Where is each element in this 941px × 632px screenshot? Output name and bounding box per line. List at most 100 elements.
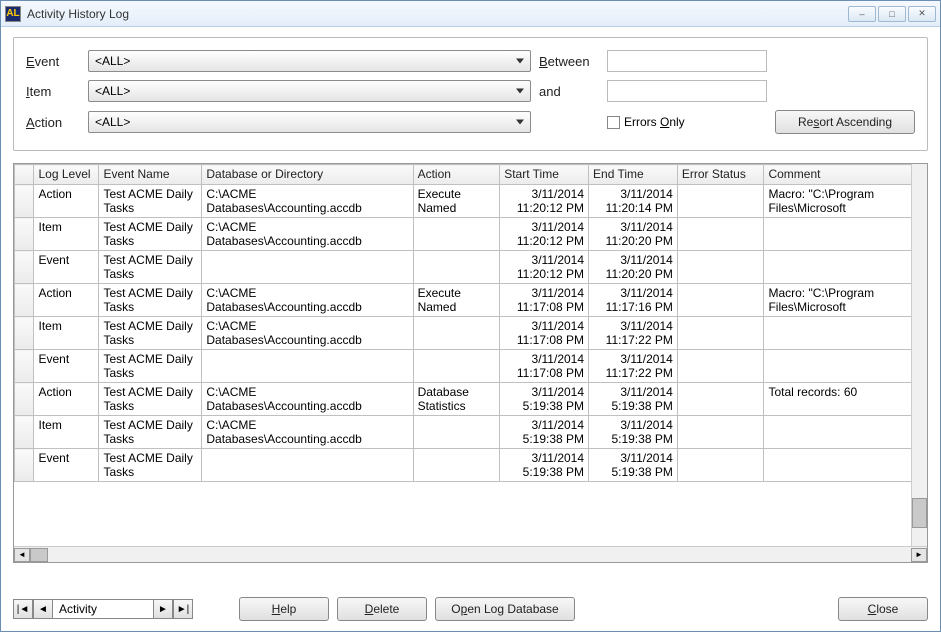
cell-comment [764, 317, 927, 350]
col-database[interactable]: Database or Directory [202, 165, 413, 185]
table-row[interactable]: ItemTest ACME Daily TasksC:\ACME Databas… [15, 416, 927, 449]
cell-log-level: Action [34, 383, 99, 416]
cell-database: C:\ACME Databases\Accounting.accdb [202, 284, 413, 317]
row-header[interactable] [15, 284, 34, 317]
cell-start-time: 3/11/2014 5:19:38 PM [500, 449, 589, 482]
nav-prev-button[interactable]: ◄ [33, 599, 53, 619]
col-start-time[interactable]: Start Time [500, 165, 589, 185]
cell-comment [764, 251, 927, 284]
cell-start-time: 3/11/2014 5:19:38 PM [500, 383, 589, 416]
resort-button[interactable]: Resort Ascending [775, 110, 915, 134]
vertical-scroll-thumb[interactable] [912, 498, 927, 528]
and-label: and [539, 84, 599, 99]
item-label: Item [26, 84, 80, 99]
cell-action [413, 350, 500, 383]
cell-event-name: Test ACME Daily Tasks [99, 383, 202, 416]
table-row[interactable]: ItemTest ACME Daily TasksC:\ACME Databas… [15, 317, 927, 350]
close-button[interactable]: Close [838, 597, 928, 621]
cell-comment [764, 218, 927, 251]
nav-first-button[interactable]: |◄ [13, 599, 33, 619]
row-header[interactable] [15, 383, 34, 416]
row-header[interactable] [15, 350, 34, 383]
row-header[interactable] [15, 251, 34, 284]
minimize-button[interactable]: – [848, 6, 876, 22]
cell-end-time: 3/11/2014 11:20:14 PM [589, 185, 678, 218]
event-select[interactable]: <ALL> [88, 50, 531, 72]
table-row[interactable]: EventTest ACME Daily Tasks3/11/2014 5:19… [15, 449, 927, 482]
cell-database: C:\ACME Databases\Accounting.accdb [202, 317, 413, 350]
col-comment[interactable]: Comment [764, 165, 927, 185]
cell-end-time: 3/11/2014 5:19:38 PM [589, 383, 678, 416]
help-button[interactable]: Help [239, 597, 329, 621]
item-select[interactable]: <ALL> [88, 80, 531, 102]
cell-action: Execute Named [413, 284, 500, 317]
col-action[interactable]: Action [413, 165, 500, 185]
hscroll-right-icon[interactable]: ► [911, 548, 927, 562]
cell-database [202, 449, 413, 482]
table-row[interactable]: ItemTest ACME Daily TasksC:\ACME Databas… [15, 218, 927, 251]
cell-comment: Macro: "C:\Program Files\Microsoft [764, 284, 927, 317]
cell-log-level: Event [34, 449, 99, 482]
row-header[interactable] [15, 317, 34, 350]
row-header[interactable] [15, 185, 34, 218]
app-icon: AL [5, 6, 21, 22]
log-grid: Log Level Event Name Database or Directo… [13, 163, 928, 563]
table-row[interactable]: EventTest ACME Daily Tasks 3/11/2014 11:1… [15, 350, 927, 383]
cell-log-level: Item [34, 317, 99, 350]
horizontal-scroll-thumb[interactable] [30, 548, 48, 562]
between-input[interactable] [607, 50, 767, 72]
nav-next-button[interactable]: ► [153, 599, 173, 619]
cell-start-time: 3/11/2014 11:17:08 PM [500, 350, 589, 383]
cell-error [677, 218, 764, 251]
cell-start-time: 3/11/2014 5:19:38 PM [500, 416, 589, 449]
horizontal-scrollbar[interactable]: ◄ ► [14, 546, 927, 562]
delete-button[interactable]: Delete [337, 597, 427, 621]
cell-action: Execute Named [413, 185, 500, 218]
table-row[interactable]: EventTest ACME Daily Tasks3/11/2014 11:2… [15, 251, 927, 284]
close-window-button[interactable]: ✕ [908, 6, 936, 22]
filter-panel: Event <ALL> Between Item <ALL> and Actio… [13, 37, 928, 151]
cell-database: C:\ACME Databases\Accounting.accdb [202, 383, 413, 416]
nav-record-field[interactable]: Activity [53, 599, 153, 619]
cell-error [677, 383, 764, 416]
maximize-button[interactable]: □ [878, 6, 906, 22]
cell-error [677, 251, 764, 284]
vertical-scrollbar[interactable] [911, 164, 927, 546]
table-row[interactable]: ActionTest ACME Daily TasksC:\ACME Datab… [15, 185, 927, 218]
errors-only-checkbox[interactable] [607, 116, 620, 129]
table-row[interactable]: ActionTest ACME Daily TasksC:\ACME Datab… [15, 383, 927, 416]
between-label: Between [539, 54, 599, 69]
cell-error [677, 317, 764, 350]
row-header[interactable] [15, 416, 34, 449]
log-table[interactable]: Log Level Event Name Database or Directo… [14, 164, 927, 482]
col-error-status[interactable]: Error Status [677, 165, 764, 185]
open-log-database-button[interactable]: Open Log Database [435, 597, 575, 621]
and-input[interactable] [607, 80, 767, 102]
row-header-col [15, 165, 34, 185]
cell-end-time: 3/11/2014 11:20:20 PM [589, 218, 678, 251]
row-header[interactable] [15, 218, 34, 251]
col-log-level[interactable]: Log Level [34, 165, 99, 185]
cell-error [677, 284, 764, 317]
cell-action [413, 416, 500, 449]
cell-action: Database Statistics [413, 383, 500, 416]
table-row[interactable]: ActionTest ACME Daily TasksC:\ACME Datab… [15, 284, 927, 317]
hscroll-left-icon[interactable]: ◄ [14, 548, 30, 562]
cell-database: C:\ACME Databases\Accounting.accdb [202, 185, 413, 218]
footer-bar: |◄ ◄ Activity ► ►| Help Delete Open Log … [13, 597, 928, 621]
cell-error [677, 185, 764, 218]
cell-end-time: 3/11/2014 11:20:20 PM [589, 251, 678, 284]
cell-event-name: Test ACME Daily Tasks [99, 317, 202, 350]
cell-log-level: Event [34, 251, 99, 284]
cell-event-name: Test ACME Daily Tasks [99, 185, 202, 218]
cell-event-name: Test ACME Daily Tasks [99, 350, 202, 383]
row-header[interactable] [15, 449, 34, 482]
action-select[interactable]: <ALL> [88, 111, 531, 133]
cell-start-time: 3/11/2014 11:17:08 PM [500, 317, 589, 350]
cell-log-level: Event [34, 350, 99, 383]
nav-last-button[interactable]: ►| [173, 599, 193, 619]
cell-comment [764, 449, 927, 482]
col-end-time[interactable]: End Time [589, 165, 678, 185]
col-event-name[interactable]: Event Name [99, 165, 202, 185]
cell-error [677, 449, 764, 482]
